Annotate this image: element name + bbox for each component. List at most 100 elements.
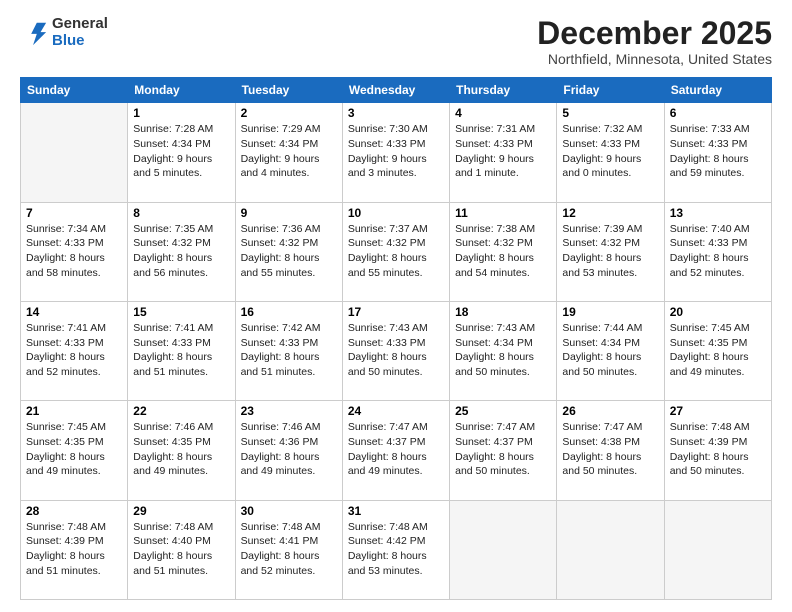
- day-info: Sunrise: 7:38 AM Sunset: 4:32 PM Dayligh…: [455, 222, 551, 281]
- calendar-cell: 4Sunrise: 7:31 AM Sunset: 4:33 PM Daylig…: [450, 103, 557, 202]
- calendar-cell: 28 Sunrise: 7:48 AM Sunset: 4:39 PM Dayli…: [21, 500, 128, 599]
- day-number: 23: [241, 404, 337, 418]
- day-number: 1: [133, 106, 229, 120]
- calendar-cell: 27 Sunrise: 7:48 AM Sunset: 4:39 PM Dayli…: [664, 401, 771, 500]
- day-info: Sunrise: 7:44 AM Sunset: 4:34 PM Dayligh…: [562, 321, 658, 380]
- day-info: Sunrise: 7:40 AM Sunset: 4:33 PM Dayligh…: [670, 222, 766, 281]
- calendar-cell: 8 Sunrise: 7:35 AM Sunset: 4:32 PM Daylig…: [128, 202, 235, 301]
- calendar-cell: 29Sunrise: 7:48 AM Sunset: 4:40 PM Dayli…: [128, 500, 235, 599]
- calendar-cell: [450, 500, 557, 599]
- day-number: 3: [348, 106, 444, 120]
- calendar-cell: 2 Sunrise: 7:29 AM Sunset: 4:34 PM Daylig…: [235, 103, 342, 202]
- day-info: Sunrise: 7:48 AM Sunset: 4:40 PM Dayligh…: [133, 520, 229, 579]
- calendar-cell: 14Sunrise: 7:41 AM Sunset: 4:33 PM Dayli…: [21, 301, 128, 400]
- title-block: December 2025 Northfield, Minnesota, Uni…: [537, 16, 772, 67]
- calendar-cell: 7 Sunrise: 7:34 AM Sunset: 4:33 PM Daylig…: [21, 202, 128, 301]
- day-header-friday: Friday: [557, 78, 664, 103]
- week-row-3: 14 Sunrise: 7:41 AM Sunset: 4:33 PM Dayli…: [21, 301, 772, 400]
- day-header-sunday: Sunday: [21, 78, 128, 103]
- calendar-cell: 25 Sunrise: 7:47 AM Sunset: 4:37 PM Dayli…: [450, 401, 557, 500]
- calendar-cell: 10Sunrise: 7:37 AM Sunset: 4:32 PM Dayli…: [342, 202, 449, 301]
- calendar-cell: 13 Sunrise: 7:40 AM Sunset: 4:33 PM Dayli…: [664, 202, 771, 301]
- day-number: 5: [562, 106, 658, 120]
- calendar-cell: [21, 103, 128, 202]
- day-number: 31: [348, 504, 444, 518]
- calendar-cell: 30Sunrise: 7:48 AM Sunset: 4:41 PM Dayli…: [235, 500, 342, 599]
- day-number: 15: [133, 305, 229, 319]
- calendar-header-row: SundayMondayTuesdayWednesdayThursdayFrid…: [21, 78, 772, 103]
- day-info: Sunrise: 7:46 AM Sunset: 4:36 PM Dayligh…: [241, 420, 337, 479]
- week-row-1: 1 Sunrise: 7:28 AM Sunset: 4:34 PM Daylig…: [21, 103, 772, 202]
- day-info: Sunrise: 7:30 AM Sunset: 4:33 PM Dayligh…: [348, 122, 444, 181]
- day-number: 2: [241, 106, 337, 120]
- day-info: Sunrise: 7:41 AM Sunset: 4:33 PM Dayligh…: [133, 321, 229, 380]
- calendar-cell: 12 Sunrise: 7:39 AM Sunset: 4:32 PM Dayli…: [557, 202, 664, 301]
- day-number: 19: [562, 305, 658, 319]
- day-info: Sunrise: 7:29 AM Sunset: 4:34 PM Dayligh…: [241, 122, 337, 181]
- day-info: Sunrise: 7:47 AM Sunset: 4:37 PM Dayligh…: [455, 420, 551, 479]
- calendar-cell: 23 Sunrise: 7:46 AM Sunset: 4:36 PM Dayli…: [235, 401, 342, 500]
- day-info: Sunrise: 7:34 AM Sunset: 4:33 PM Dayligh…: [26, 222, 122, 281]
- day-number: 20: [670, 305, 766, 319]
- location: Northfield, Minnesota, United States: [537, 51, 772, 67]
- day-number: 25: [455, 404, 551, 418]
- calendar-cell: 24Sunrise: 7:47 AM Sunset: 4:37 PM Dayli…: [342, 401, 449, 500]
- header: General Blue December 2025 Northfield, M…: [20, 16, 772, 67]
- day-info: Sunrise: 7:43 AM Sunset: 4:33 PM Dayligh…: [348, 321, 444, 380]
- day-number: 14: [26, 305, 122, 319]
- day-info: Sunrise: 7:36 AM Sunset: 4:32 PM Dayligh…: [241, 222, 337, 281]
- calendar-cell: 17 Sunrise: 7:43 AM Sunset: 4:33 PM Dayli…: [342, 301, 449, 400]
- day-header-tuesday: Tuesday: [235, 78, 342, 103]
- calendar-cell: 6 Sunrise: 7:33 AM Sunset: 4:33 PM Daylig…: [664, 103, 771, 202]
- day-info: Sunrise: 7:48 AM Sunset: 4:39 PM Dayligh…: [670, 420, 766, 479]
- day-header-thursday: Thursday: [450, 78, 557, 103]
- logo-line1: General: [52, 16, 108, 33]
- day-number: 21: [26, 404, 122, 418]
- day-info: Sunrise: 7:43 AM Sunset: 4:34 PM Dayligh…: [455, 321, 551, 380]
- day-info: Sunrise: 7:28 AM Sunset: 4:34 PM Dayligh…: [133, 122, 229, 181]
- day-number: 18: [455, 305, 551, 319]
- day-info: Sunrise: 7:46 AM Sunset: 4:35 PM Dayligh…: [133, 420, 229, 479]
- day-info: Sunrise: 7:31 AM Sunset: 4:33 PM Dayligh…: [455, 122, 551, 181]
- day-info: Sunrise: 7:42 AM Sunset: 4:33 PM Dayligh…: [241, 321, 337, 380]
- day-info: Sunrise: 7:48 AM Sunset: 4:42 PM Dayligh…: [348, 520, 444, 579]
- day-number: 8: [133, 206, 229, 220]
- week-row-5: 28 Sunrise: 7:48 AM Sunset: 4:39 PM Dayli…: [21, 500, 772, 599]
- calendar-cell: 5 Sunrise: 7:32 AM Sunset: 4:33 PM Daylig…: [557, 103, 664, 202]
- day-number: 6: [670, 106, 766, 120]
- calendar-cell: 22Sunrise: 7:46 AM Sunset: 4:35 PM Dayli…: [128, 401, 235, 500]
- day-number: 27: [670, 404, 766, 418]
- calendar-cell: 9 Sunrise: 7:36 AM Sunset: 4:32 PM Daylig…: [235, 202, 342, 301]
- day-number: 10: [348, 206, 444, 220]
- day-header-monday: Monday: [128, 78, 235, 103]
- calendar-cell: 16Sunrise: 7:42 AM Sunset: 4:33 PM Dayli…: [235, 301, 342, 400]
- day-info: Sunrise: 7:32 AM Sunset: 4:33 PM Dayligh…: [562, 122, 658, 181]
- day-number: 17: [348, 305, 444, 319]
- day-header-wednesday: Wednesday: [342, 78, 449, 103]
- day-header-saturday: Saturday: [664, 78, 771, 103]
- day-info: Sunrise: 7:45 AM Sunset: 4:35 PM Dayligh…: [26, 420, 122, 479]
- week-row-2: 7 Sunrise: 7:34 AM Sunset: 4:33 PM Daylig…: [21, 202, 772, 301]
- day-info: Sunrise: 7:48 AM Sunset: 4:41 PM Dayligh…: [241, 520, 337, 579]
- calendar-cell: 26 Sunrise: 7:47 AM Sunset: 4:38 PM Dayli…: [557, 401, 664, 500]
- calendar-cell: 18 Sunrise: 7:43 AM Sunset: 4:34 PM Dayli…: [450, 301, 557, 400]
- day-info: Sunrise: 7:33 AM Sunset: 4:33 PM Dayligh…: [670, 122, 766, 181]
- day-info: Sunrise: 7:47 AM Sunset: 4:38 PM Dayligh…: [562, 420, 658, 479]
- calendar-cell: 11 Sunrise: 7:38 AM Sunset: 4:32 PM Dayli…: [450, 202, 557, 301]
- calendar-cell: 3 Sunrise: 7:30 AM Sunset: 4:33 PM Daylig…: [342, 103, 449, 202]
- month-title: December 2025: [537, 16, 772, 51]
- calendar-cell: 15 Sunrise: 7:41 AM Sunset: 4:33 PM Dayli…: [128, 301, 235, 400]
- calendar-cell: 21 Sunrise: 7:45 AM Sunset: 4:35 PM Dayli…: [21, 401, 128, 500]
- day-info: Sunrise: 7:39 AM Sunset: 4:32 PM Dayligh…: [562, 222, 658, 281]
- day-number: 11: [455, 206, 551, 220]
- calendar-table: SundayMondayTuesdayWednesdayThursdayFrid…: [20, 77, 772, 600]
- day-number: 26: [562, 404, 658, 418]
- day-number: 7: [26, 206, 122, 220]
- day-info: Sunrise: 7:48 AM Sunset: 4:39 PM Dayligh…: [26, 520, 122, 579]
- calendar-cell: [557, 500, 664, 599]
- day-number: 13: [670, 206, 766, 220]
- day-number: 9: [241, 206, 337, 220]
- day-number: 12: [562, 206, 658, 220]
- day-info: Sunrise: 7:35 AM Sunset: 4:32 PM Dayligh…: [133, 222, 229, 281]
- day-number: 28: [26, 504, 122, 518]
